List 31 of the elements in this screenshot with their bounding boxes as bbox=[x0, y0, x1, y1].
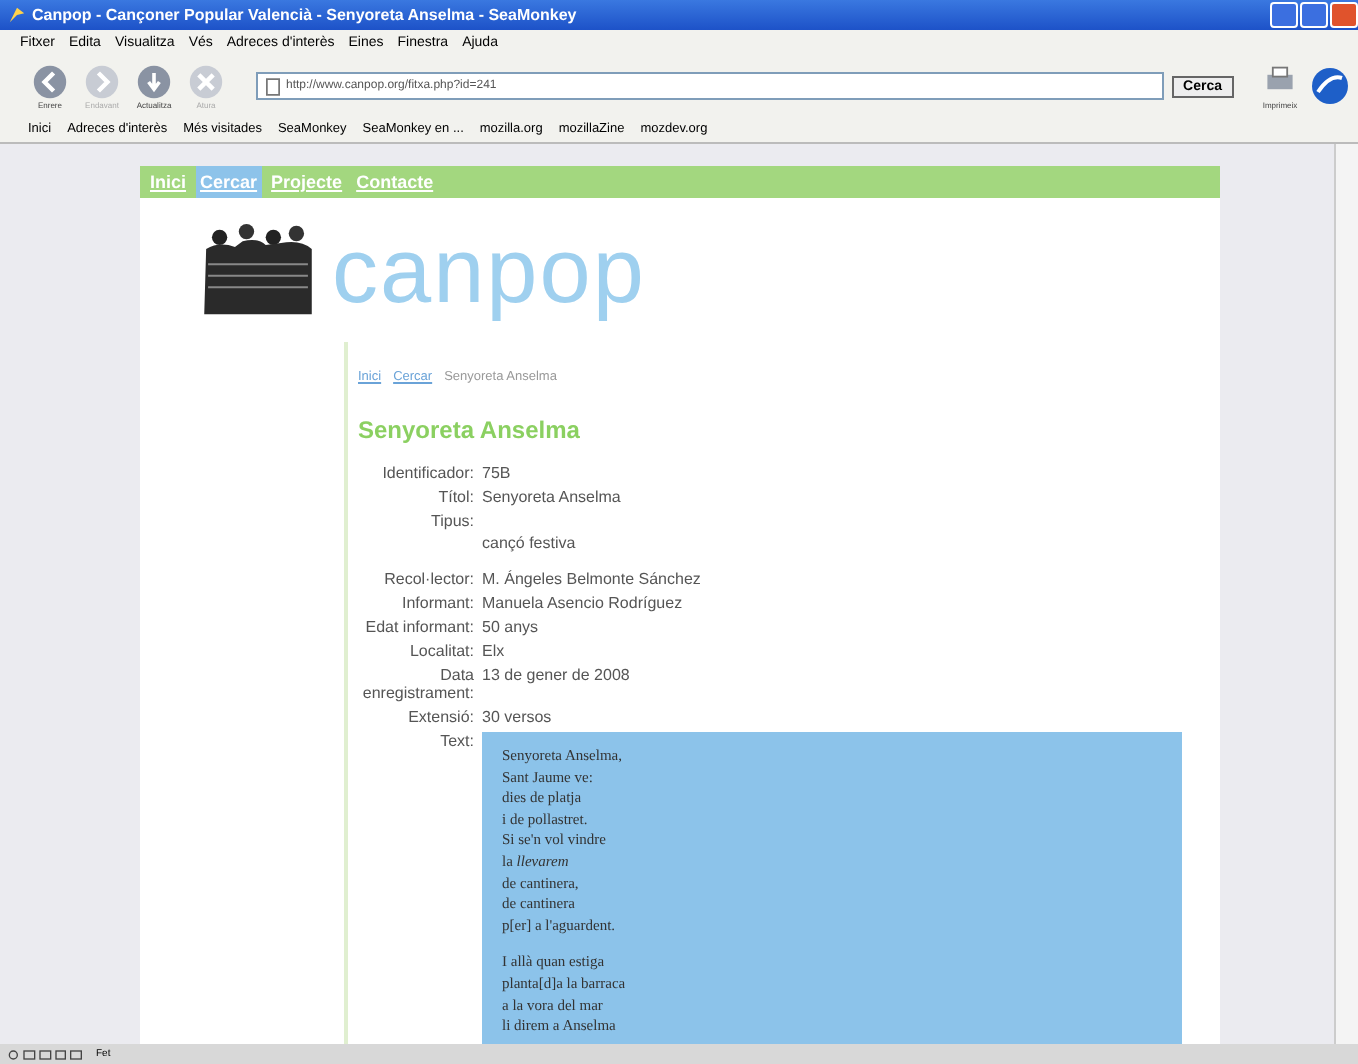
field-value: 13 de gener de 2008 bbox=[482, 666, 630, 688]
field-label: Data enregistrament: bbox=[360, 666, 474, 702]
field-label: Informant: bbox=[399, 594, 474, 612]
field-label: Localitat: bbox=[407, 642, 474, 660]
maximize-button[interactable] bbox=[1300, 2, 1328, 28]
field-value: Manuela Asencio Rodríguez bbox=[482, 594, 683, 612]
field-label: Extensió: bbox=[406, 708, 474, 726]
field-value: cançó festiva bbox=[482, 534, 576, 552]
field-label: Identificador: bbox=[380, 464, 474, 482]
choir-drawing bbox=[200, 222, 316, 318]
app-icon bbox=[8, 6, 26, 24]
field-label: Tipus: bbox=[429, 512, 474, 534]
site-logo: canpop bbox=[332, 216, 646, 324]
scrollbar[interactable] bbox=[1334, 144, 1358, 1044]
close-button[interactable] bbox=[1330, 2, 1358, 28]
field-value: 75B bbox=[482, 464, 511, 482]
field-value: 50 anys bbox=[482, 618, 539, 636]
record-title: Senyoreta Anselma bbox=[358, 416, 582, 444]
status-icons bbox=[8, 1047, 88, 1061]
field-value: 30 versos bbox=[482, 708, 552, 726]
field-label: Recol·lector: bbox=[382, 570, 474, 588]
field-value: M. Ángeles Belmonte Sánchez bbox=[482, 570, 701, 588]
field-label: Text: bbox=[438, 732, 474, 754]
window-title: Canpop - Cançoner Popular Valencià - Senyoreta Anselma - SeaMonkey bbox=[32, 6, 579, 24]
field-value: Elx bbox=[482, 642, 505, 660]
globe-icon bbox=[1310, 66, 1350, 106]
field-label: Títol: bbox=[436, 488, 474, 506]
minimize-button[interactable] bbox=[1270, 2, 1298, 28]
field-value: Senyoreta Anselma bbox=[482, 488, 621, 506]
page-icon bbox=[266, 77, 280, 95]
field-label: Edat informant: bbox=[363, 618, 474, 636]
